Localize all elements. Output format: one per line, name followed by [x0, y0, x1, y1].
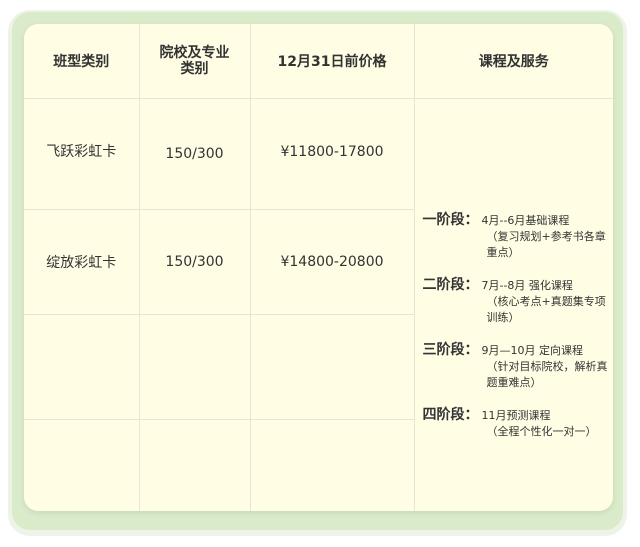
row-price: [249, 419, 414, 511]
services-cell: 一阶段： 4月--6月基础课程 （复习规划+参考书各章重点） 二阶段： 7月--…: [413, 98, 614, 511]
row-class-type: [24, 419, 140, 511]
row-school-major: 150/300: [138, 98, 251, 210]
stage-label: 四阶段：: [422, 407, 479, 424]
header-services: 课程及服务: [413, 24, 613, 99]
stage-label: 三阶段：: [422, 342, 479, 359]
stage-line1: 9月—10月 定向课程: [481, 344, 584, 358]
stage-item: 二阶段： 7月--8月 强化课程 （核心考点+真题集专项训练）: [423, 277, 614, 326]
pricing-table: 班型类别 院校及专业 类别 12月31日前价格 课程及服务 飞跃彩虹卡 150/…: [24, 24, 613, 511]
stage-item: 四阶段： 11月预测课程 （全程个性化一对一）: [423, 407, 614, 440]
stage-line2: （全程个性化一对一）: [486, 425, 597, 439]
row-price: ¥14800-20800: [249, 209, 414, 315]
stage-line2: （针对目标院校，解析真题重难点）: [486, 360, 608, 390]
row-price: ¥11800-17800: [249, 98, 415, 210]
header-school-major-line1: 院校及专业: [159, 45, 230, 61]
header-school-major-line2: 类别: [180, 61, 209, 77]
stage-line2: （核心考点+真题集专项训练）: [486, 295, 606, 325]
stage-text: 9月—10月 定向课程 （针对目标院校，解析真题重难点）: [479, 342, 608, 391]
row-school-major: [138, 314, 251, 420]
header-price: 12月31日前价格: [249, 24, 415, 99]
stage-text: 11月预测课程 （全程个性化一对一）: [479, 407, 608, 440]
stage-label: 二阶段：: [422, 277, 479, 294]
row-school-major: [138, 419, 251, 511]
row-school-major: 150/300: [138, 209, 251, 315]
stage-item: 三阶段： 9月—10月 定向课程 （针对目标院校，解析真题重难点）: [423, 342, 614, 391]
pricing-table-card: 班型类别 院校及专业 类别 12月31日前价格 课程及服务 飞跃彩虹卡 150/…: [24, 24, 613, 511]
stage-line1: 11月预测课程: [481, 409, 551, 423]
table-row: 飞跃彩虹卡 150/300 ¥11800-17800 一阶段： 4月--6月基础…: [24, 98, 613, 511]
stage-text: 4月--6月基础课程 （复习规划+参考书各章重点）: [479, 212, 608, 261]
header-class-type: 班型类别: [24, 24, 140, 99]
row-class-type: [24, 314, 140, 420]
row-price: [249, 314, 414, 420]
table-header-row: 班型类别 院校及专业 类别 12月31日前价格 课程及服务: [24, 24, 613, 99]
row-class-type: 绽放彩虹卡: [24, 209, 140, 315]
stage-label: 一阶段：: [422, 212, 479, 229]
stage-line1: 7月--8月 强化课程: [481, 279, 573, 293]
stage-text: 7月--8月 强化课程 （核心考点+真题集专项训练）: [479, 277, 608, 326]
stage-line2: （复习规划+参考书各章重点）: [486, 230, 606, 260]
header-school-major: 院校及专业 类别: [138, 24, 251, 99]
stage-line1: 4月--6月基础课程: [481, 214, 570, 228]
stage-item: 一阶段： 4月--6月基础课程 （复习规划+参考书各章重点）: [423, 212, 614, 261]
row-class-type: 飞跃彩虹卡: [24, 98, 140, 210]
